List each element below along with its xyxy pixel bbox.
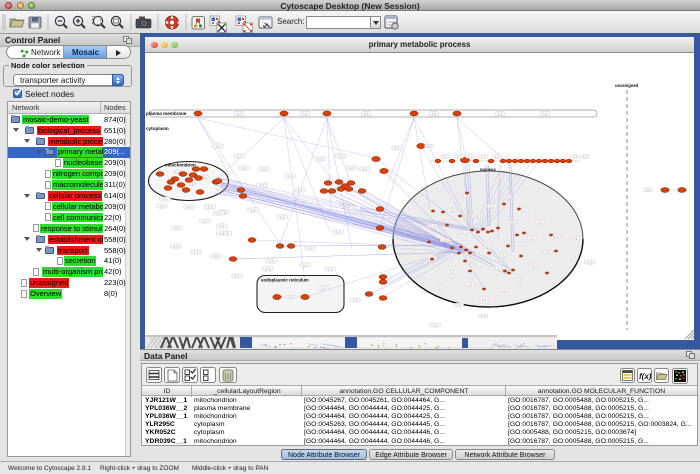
svg-text:(...): (...) [237,112,241,116]
svg-text:(...): (...) [242,166,246,170]
svg-text:(...): (...) [481,155,485,159]
svg-text:(...): (...) [303,263,307,267]
svg-text:(...): (...) [517,278,521,282]
svg-text:(...): (...) [554,234,558,238]
svg-text:(...): (...) [175,170,179,174]
svg-text:(...): (...) [303,112,307,116]
svg-text:(...): (...) [318,157,322,161]
svg-text:(...): (...) [543,112,547,116]
svg-text:(...): (...) [288,174,292,178]
svg-text:(...): (...) [260,183,264,187]
svg-text:(...): (...) [468,155,472,159]
svg-text:(...): (...) [431,224,435,228]
svg-text:cytoplasm: cytoplasm [146,126,169,131]
svg-text:(...): (...) [308,246,312,250]
svg-text:(...): (...) [353,206,357,210]
svg-text:(...): (...) [573,155,577,159]
svg-text:(...): (...) [583,155,587,159]
svg-text:(...): (...) [501,288,505,292]
svg-text:nucleus: nucleus [480,167,496,172]
svg-text:(...): (...) [646,188,650,192]
svg-text:(...): (...) [503,254,507,258]
svg-text:(...): (...) [339,154,343,158]
svg-text:(...): (...) [214,254,218,258]
svg-text:(...): (...) [160,204,164,208]
svg-text:(...): (...) [588,260,592,264]
svg-text:(...): (...) [531,264,535,268]
svg-text:(...): (...) [235,274,239,278]
svg-text:f(x): f(x) [639,372,652,381]
svg-text:(...): (...) [262,167,266,171]
svg-text:unassigned: unassigned [615,83,639,88]
svg-text:(...): (...) [482,296,486,300]
svg-text:(...): (...) [460,230,464,234]
svg-text:plasma membrane: plasma membrane [146,111,187,116]
svg-text:(...): (...) [353,298,357,302]
svg-text:(...): (...) [163,197,167,201]
svg-text:(...): (...) [216,144,220,148]
svg-text:(...): (...) [443,238,447,242]
svg-text:(...): (...) [460,194,464,198]
svg-text:(...): (...) [443,155,447,159]
svg-text:(...): (...) [427,144,431,148]
svg-text:(...): (...) [237,154,241,158]
svg-text:(...): (...) [298,188,302,192]
svg-text:(...): (...) [450,270,454,274]
svg-text:(...): (...) [220,231,224,235]
svg-text:(...): (...) [364,112,368,116]
svg-text:(...): (...) [363,167,367,171]
svg-text:(...): (...) [470,260,474,264]
svg-text:(...): (...) [474,214,478,218]
svg-text:(...): (...) [432,112,436,116]
svg-text:(...): (...) [194,250,198,254]
svg-text:(...): (...) [495,155,499,159]
svg-text:(...): (...) [518,242,522,246]
svg-text:(...): (...) [457,303,461,307]
svg-text:(...): (...) [505,195,509,199]
svg-text:(...): (...) [530,236,534,240]
svg-text:(...): (...) [450,208,454,212]
svg-text:(...): (...) [175,226,179,230]
svg-text:(...): (...) [266,267,270,271]
svg-text:(...): (...) [573,236,577,240]
svg-text:(...): (...) [522,208,526,212]
svg-text:(...): (...) [468,283,472,287]
svg-text:(...): (...) [174,244,178,248]
svg-text:(...): (...) [439,286,443,290]
svg-text:(...): (...) [217,211,221,215]
svg-text:mitochondrion: mitochondrion [165,163,196,168]
svg-text:(...): (...) [269,259,273,263]
svg-text:(...): (...) [350,166,354,170]
svg-text:(...): (...) [487,244,491,248]
svg-text:(...): (...) [481,314,485,318]
svg-text:endoplasmic reticulum: endoplasmic reticulum [261,278,309,283]
svg-text:(...): (...) [328,267,332,271]
svg-text:(...): (...) [251,208,255,212]
svg-text:(...): (...) [203,219,207,223]
svg-text:(...): (...) [208,205,212,209]
svg-text:(...): (...) [433,323,437,327]
svg-text:(...): (...) [490,204,494,208]
svg-text:(...): (...) [289,295,293,299]
svg-text:(...): (...) [457,155,461,159]
svg-text:(...): (...) [336,230,340,234]
svg-text:(...): (...) [395,146,399,150]
svg-text:(...): (...) [220,224,224,228]
svg-text:(...): (...) [510,220,514,224]
svg-text:(...): (...) [187,205,191,209]
svg-text:(...): (...) [321,286,325,290]
svg-text:(...): (...) [495,266,499,270]
svg-text:(...): (...) [538,220,542,224]
svg-text:(...): (...) [280,215,284,219]
svg-text:(...): (...) [189,182,193,186]
svg-text:(...): (...) [498,112,502,116]
svg-text:(...): (...) [546,250,550,254]
